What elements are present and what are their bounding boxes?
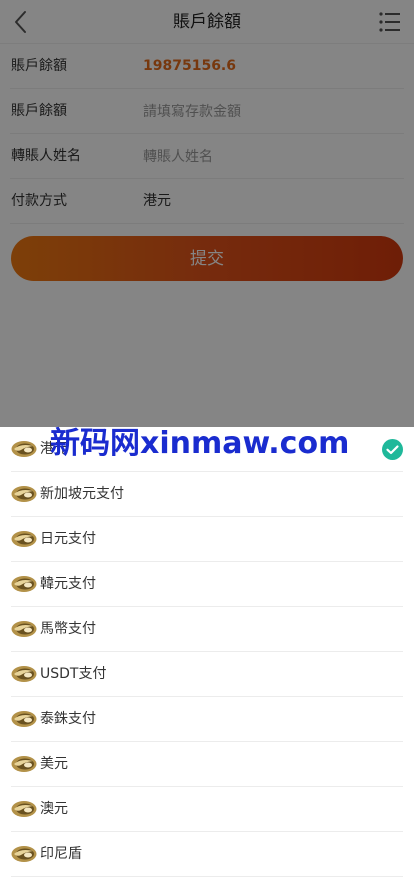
- payment-option-label: 泰銖支付: [40, 711, 96, 727]
- payment-option[interactable]: 新加坡元支付: [11, 472, 403, 517]
- currency-logo-icon: [11, 711, 37, 727]
- currency-logo-icon: [11, 576, 37, 592]
- payment-option[interactable]: 馬幣支付: [11, 607, 403, 652]
- currency-logo-icon: [11, 756, 37, 772]
- payment-option[interactable]: 美元: [11, 742, 403, 787]
- currency-logo-icon: [11, 801, 37, 817]
- currency-logo-icon: [11, 666, 37, 682]
- currency-logo-icon: [11, 441, 37, 457]
- site-watermark: 新码网xinmaw.com: [50, 426, 350, 461]
- payment-option[interactable]: 泰銖支付: [11, 697, 403, 742]
- payment-option-label: USDT支付: [40, 666, 107, 682]
- payment-option[interactable]: 韓元支付: [11, 562, 403, 607]
- currency-logo-icon: [11, 846, 37, 862]
- payment-option-label: 澳元: [40, 801, 68, 817]
- payment-option[interactable]: 澳元: [11, 787, 403, 832]
- payment-option-label: 印尼盾: [40, 846, 82, 862]
- payment-option[interactable]: 日元支付: [11, 517, 403, 562]
- payment-option-label: 日元支付: [40, 531, 96, 547]
- payment-option-label: 新加坡元支付: [40, 486, 124, 502]
- payment-option-label: 美元: [40, 756, 68, 772]
- payment-option[interactable]: 印尼盾: [11, 832, 403, 877]
- payment-option[interactable]: USDT支付: [11, 652, 403, 697]
- payment-option-label: 韓元支付: [40, 576, 96, 592]
- payment-option-label: 馬幣支付: [40, 621, 96, 637]
- check-circle-icon: [382, 439, 403, 460]
- currency-logo-icon: [11, 621, 37, 637]
- currency-logo-icon: [11, 486, 37, 502]
- currency-logo-icon: [11, 531, 37, 547]
- payment-method-sheet: 港元 新加坡元支付 日元支付 韓元支付 馬幣支付 USDT支付 泰銖支付 美元 …: [0, 427, 414, 896]
